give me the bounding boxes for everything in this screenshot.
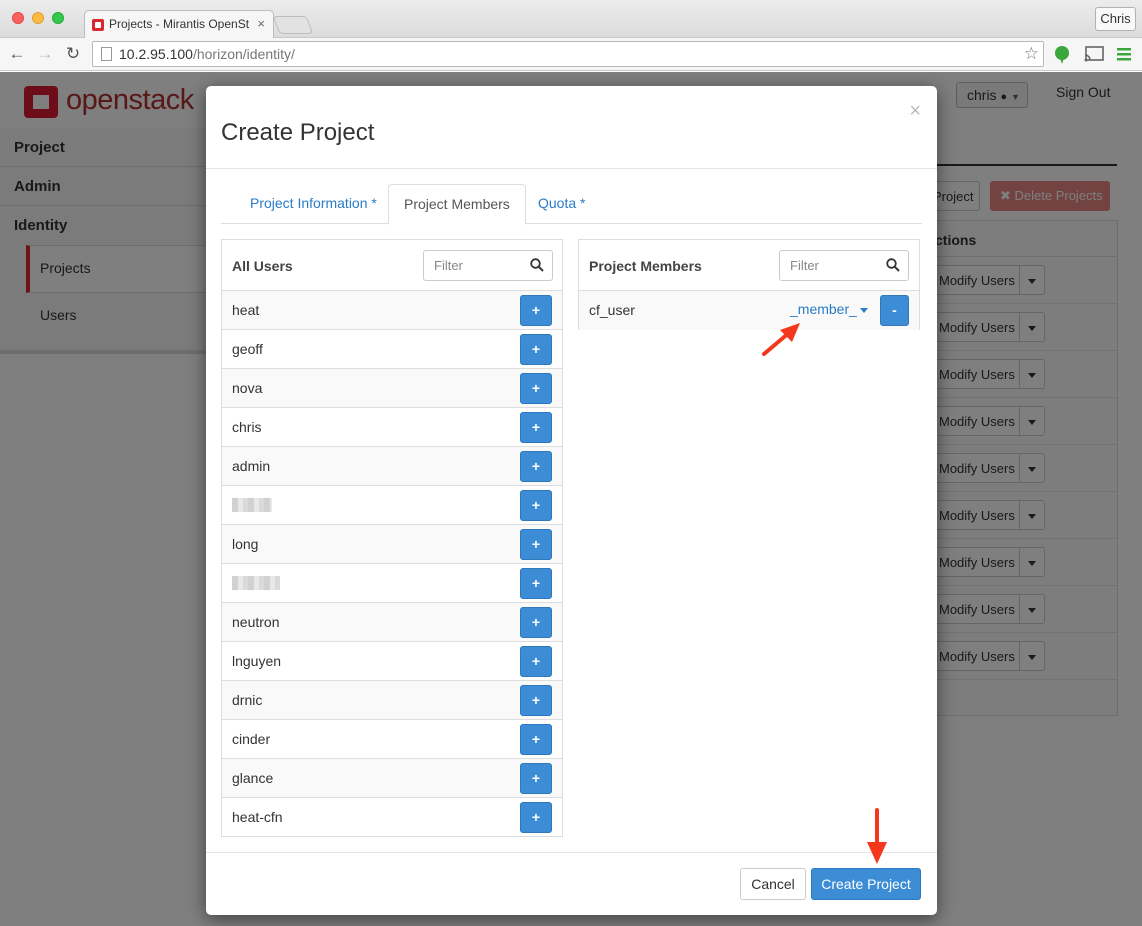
reload-icon[interactable]: ↻ [62, 43, 84, 65]
add-user-button[interactable]: + [520, 646, 552, 677]
add-user-button[interactable]: + [520, 412, 552, 443]
bookmark-star-icon[interactable]: ☆ [1024, 42, 1039, 66]
member-name: cf_user [589, 302, 635, 318]
new-tab-button[interactable] [272, 16, 314, 34]
add-user-button[interactable]: + [520, 451, 552, 482]
cancel-button[interactable]: Cancel [740, 868, 806, 900]
list-item: admin + [222, 447, 562, 486]
back-arrow-icon[interactable]: ← [6, 43, 28, 65]
redacted-user-name [232, 576, 280, 590]
list-item: heat + [222, 291, 562, 330]
add-user-button[interactable]: + [520, 568, 552, 599]
filter-placeholder: Filter [434, 258, 463, 273]
modal-footer-divider [206, 852, 937, 853]
all-users-panel: All Users Filter heat + geoff + nova + chri… [221, 239, 563, 837]
add-user-button[interactable]: + [520, 607, 552, 638]
list-item: neutron + [222, 603, 562, 642]
list-item: lnguyen + [222, 642, 562, 681]
add-user-button[interactable]: + [520, 724, 552, 755]
user-name: neutron [232, 614, 280, 630]
modal-header-divider [206, 168, 937, 169]
add-user-button[interactable]: + [520, 490, 552, 521]
user-name: glance [232, 770, 274, 786]
user-name: chris [232, 419, 262, 435]
evernote-extension-icon[interactable] [1054, 45, 1070, 65]
browser-titlebar: Projects - Mirantis OpenSt × Chris [0, 0, 1142, 38]
zoom-window-button[interactable] [52, 12, 64, 24]
search-icon [886, 258, 900, 272]
modal-tabs: Project Information * Project Members Qu… [221, 184, 922, 225]
member-row: cf_user _member_ - [579, 291, 919, 330]
create-project-submit-button[interactable]: Create Project [811, 868, 921, 900]
user-name: geoff [232, 341, 263, 357]
profile-button[interactable]: Chris [1095, 7, 1136, 31]
list-item: nova + [222, 369, 562, 408]
user-name: cinder [232, 731, 271, 747]
list-item: + [222, 564, 562, 603]
add-user-button[interactable]: + [520, 529, 552, 560]
add-user-button[interactable]: + [520, 373, 552, 404]
annotation-arrow-icon [867, 808, 887, 864]
tab-title: Projects - Mirantis OpenSt [109, 17, 250, 31]
modal-title: Create Project [221, 119, 375, 146]
all-users-header: All Users Filter [222, 240, 562, 291]
close-icon[interactable]: × [909, 100, 921, 123]
minimize-window-button[interactable] [32, 12, 44, 24]
all-users-title: All Users [232, 258, 293, 274]
list-item: heat-cfn + [222, 798, 562, 837]
annotation-arrow-icon [762, 323, 800, 356]
address-bar[interactable]: 10.2.95.100/horizon/identity/ ☆ [92, 41, 1044, 67]
project-members-panel: Project Members Filter cf_user _member_ … [578, 239, 920, 330]
list-item: + [222, 486, 562, 525]
list-item: drnic + [222, 681, 562, 720]
list-item: cinder + [222, 720, 562, 759]
all-users-list: heat + geoff + nova + chris + admin + + long +… [222, 291, 562, 837]
browser-navbar: ← → ↻ 10.2.95.100/horizon/identity/ ☆ [0, 38, 1142, 71]
page-icon [101, 47, 112, 61]
openstack-favicon-icon [92, 19, 104, 31]
redacted-user-name [232, 498, 272, 512]
project-members-header: Project Members Filter [579, 240, 919, 291]
user-name: long [232, 536, 259, 552]
user-name: heat [232, 302, 260, 318]
add-user-button[interactable]: + [520, 295, 552, 326]
add-user-button[interactable]: + [520, 802, 552, 833]
list-item: geoff + [222, 330, 562, 369]
close-window-button[interactable] [12, 12, 24, 24]
create-project-modal: × Create Project Project Information * P… [206, 86, 937, 915]
user-name: admin [232, 458, 271, 474]
search-icon [530, 258, 544, 272]
tab-close-icon[interactable]: × [257, 16, 265, 31]
forward-arrow-icon[interactable]: → [34, 43, 56, 65]
menu-icon[interactable] [1116, 47, 1132, 61]
url-path: /horizon/identity/ [192, 46, 295, 62]
browser-tab[interactable]: Projects - Mirantis OpenSt × [84, 10, 274, 38]
user-name: heat-cfn [232, 809, 283, 825]
user-name: nova [232, 380, 263, 396]
list-item: long + [222, 525, 562, 564]
remove-member-button[interactable]: - [880, 295, 909, 326]
list-item: glance + [222, 759, 562, 798]
add-user-button[interactable]: + [520, 685, 552, 716]
filter-placeholder: Filter [790, 258, 819, 273]
tab-quota[interactable]: Quota * [523, 184, 600, 224]
member-role-dropdown[interactable]: _member_ [790, 301, 868, 317]
user-name: lnguyen [232, 653, 282, 669]
member-role-label: _member_ [790, 301, 857, 317]
list-item: chris + [222, 408, 562, 447]
tab-project-members[interactable]: Project Members [388, 184, 526, 225]
add-user-button[interactable]: + [520, 334, 552, 365]
members-filter-input[interactable]: Filter [779, 250, 909, 281]
add-user-button[interactable]: + [520, 763, 552, 794]
project-members-title: Project Members [589, 258, 702, 274]
url-host: 10.2.95.100 [119, 46, 193, 62]
cast-icon[interactable] [1084, 46, 1104, 62]
chevron-down-icon [859, 307, 868, 317]
all-users-filter-input[interactable]: Filter [423, 250, 553, 281]
user-name: drnic [232, 692, 263, 708]
tab-project-information[interactable]: Project Information * [235, 184, 392, 224]
